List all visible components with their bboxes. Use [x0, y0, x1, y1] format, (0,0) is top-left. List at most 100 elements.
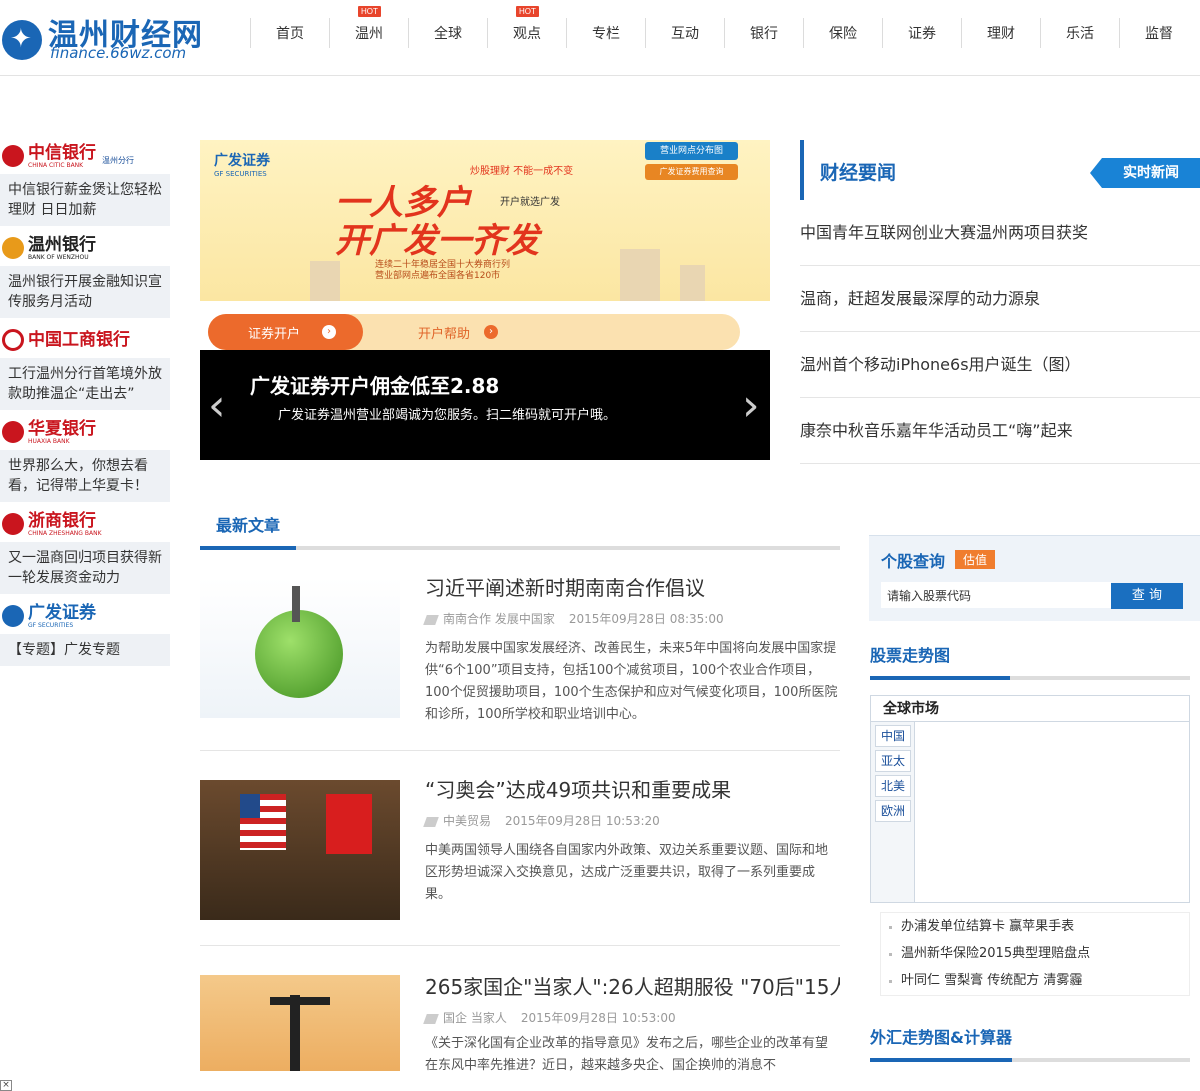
list-item[interactable]: 叶同仁 雪梨膏 传统配方 清雾霾	[881, 967, 1189, 994]
nav-item-interact[interactable]: 互动	[645, 18, 724, 48]
banner-slogan: 炒股理财 不能一成不变	[470, 166, 574, 177]
promo-desc: 广发证券温州营业部竭诚为您服务。扫二维码就可开户哦。	[278, 408, 617, 423]
hot-badge: HOT	[516, 6, 539, 17]
list-item[interactable]: 温州新华保险2015典型理赔盘点	[881, 940, 1189, 967]
news-link[interactable]: 中国青年互联网创业大赛温州两项目获奖	[800, 200, 1200, 266]
bank-news-link[interactable]: 工行温州分行首笔境外放款助推温企“走出去”	[0, 358, 170, 410]
article-thumbnail[interactable]	[200, 975, 400, 1071]
bank-news-link[interactable]: 【专题】广发专题	[0, 634, 170, 666]
stock-query-widget: 个股查询 估值 查 询	[869, 535, 1200, 621]
bank-logo-wenzhou[interactable]: 温州银行 BANK OF WENZHOU	[0, 230, 170, 266]
huaxia-logo-icon	[2, 421, 24, 443]
citic-logo-icon	[2, 145, 24, 167]
bank-logo-citic[interactable]: 中信银行 CHINA CITIC BANK 温州分行	[0, 138, 170, 174]
news-link[interactable]: 温商，赶超发展最深厚的动力源泉	[800, 266, 1200, 332]
stock-code-input[interactable]	[881, 582, 1111, 608]
banner-logo: 广发证券 GF SECURITIES	[214, 153, 270, 178]
list-item[interactable]: 办浦发单位结算卡 赢苹果手表	[881, 913, 1189, 940]
close-icon[interactable]: ×	[0, 1080, 12, 1091]
wenzhou-bank-logo-icon	[2, 237, 24, 259]
tab-account-help[interactable]: 开户帮助 ›	[418, 314, 499, 350]
section-title: 财经要闻	[820, 162, 897, 184]
gf-ad-banner[interactable]: 广发证券 GF SECURITIES 营业网点分布图 广发证券费用查询 炒股理财 …	[200, 140, 770, 301]
banner-foot: 连续二十年稳居全国十大券商行列 营业部网点遍布全国各省120市	[375, 260, 511, 281]
main-nav: 首页 HOT 温州 全球 HOT 观点 专栏 互动 银行 保险 证券 理财 乐活 监…	[250, 6, 1198, 48]
tab-asia-pacific[interactable]: 亚太	[875, 750, 911, 772]
branch-map-button[interactable]: 营业网点分布图	[645, 142, 738, 160]
slider-prev-icon[interactable]: ‹	[208, 378, 228, 434]
arrow-right-icon: ›	[322, 325, 337, 339]
article-meta: 中美贸易 2015年09月28日 10:53:20	[423, 812, 660, 829]
nav-item-home[interactable]: 首页	[250, 18, 329, 48]
site-header: ✦ 温州财经网 finance.66wz.com 首页 HOT 温州 全球 HOT…	[0, 0, 1200, 76]
realtime-news-button[interactable]: 实时新闻	[1090, 158, 1200, 188]
nav-item-insurance[interactable]: 保险	[803, 18, 882, 48]
account-tabs: 证券开户 › 开户帮助 ›	[208, 314, 740, 350]
finance-news-header: 财经要闻 实时新闻	[800, 140, 1200, 200]
icbc-logo-icon	[2, 329, 24, 351]
nav-item-opinion[interactable]: HOT 观点	[487, 6, 566, 48]
article-summary: 为帮助发展中国家发展经济、改善民生，未来5年中国将向发展中国家提供“6个100”…	[425, 641, 838, 722]
bank-sidebar: 中信银行 CHINA CITIC BANK 温州分行 中信银行薪金煲让您轻松理财 …	[0, 138, 170, 670]
article-thumbnail[interactable]	[200, 578, 400, 718]
bank-logo-gf[interactable]: 广发证券 GF SECURITIES	[0, 598, 170, 634]
slider-next-icon[interactable]: ›	[742, 378, 762, 434]
tag-icon	[423, 816, 439, 827]
article-title[interactable]: “习奥会”达成49项共识和重要成果	[425, 774, 731, 803]
section-title[interactable]: 外汇走势图&计算器	[870, 1024, 1012, 1048]
bank-news-link[interactable]: 中信银行薪金煲让您轻松理财 日日加薪	[0, 174, 170, 226]
bank-logo-czbank[interactable]: 浙商银行 CHINA ZHESHANG BANK	[0, 506, 170, 542]
market-news-list: 办浦发单位结算卡 赢苹果手表 温州新华保险2015典型理赔盘点 叶同仁 雪梨膏 …	[880, 912, 1190, 996]
hot-badge: HOT	[358, 6, 381, 17]
logo-domain: finance.66wz.com	[50, 44, 187, 62]
article-thumbnail[interactable]	[200, 780, 400, 920]
nav-item-wenzhou[interactable]: HOT 温州	[329, 6, 408, 48]
tag-icon	[423, 614, 439, 625]
tab-china[interactable]: 中国	[875, 725, 911, 747]
bank-news-link[interactable]: 世界那么大，你想去看看，记得带上华夏卡！	[0, 450, 170, 502]
finance-news: 财经要闻 实时新闻 中国青年互联网创业大赛温州两项目获奖 温商，赶超发展最深厚的…	[800, 140, 1200, 464]
latest-articles-header: 最新文章	[200, 500, 840, 550]
nav-item-column[interactable]: 专栏	[566, 18, 645, 48]
bank-news-link[interactable]: 又一温商回归项目获得新一轮发展资金动力	[0, 542, 170, 594]
market-title: 全球市场	[871, 696, 1189, 722]
valuation-badge[interactable]: 估值	[955, 550, 996, 569]
logo-star-icon: ✦	[10, 24, 32, 54]
site-logo[interactable]: ✦ 温州财经网 finance.66wz.com	[0, 6, 202, 66]
article-meta: 国企 当家人 2015年09月28日 10:53:00	[423, 1009, 676, 1026]
arrow-right-icon: ›	[484, 325, 499, 339]
section-title[interactable]: 最新文章	[216, 512, 280, 536]
nav-item-bank[interactable]: 银行	[724, 18, 803, 48]
tag-icon	[423, 1013, 439, 1024]
bank-news-link[interactable]: 温州银行开展金融知识宣传服务月活动	[0, 266, 170, 318]
article-title[interactable]: 习近平阐述新时期南南合作倡议	[425, 572, 705, 601]
nav-item-wealth[interactable]: 理财	[961, 18, 1040, 48]
section-title: 个股查询	[881, 552, 946, 571]
section-title[interactable]: 股票走势图	[870, 642, 950, 666]
stock-query-button[interactable]: 查 询	[1111, 583, 1183, 609]
nav-item-global[interactable]: 全球	[408, 18, 487, 48]
gf-logo-icon	[2, 605, 24, 627]
tab-north-america[interactable]: 北美	[875, 775, 911, 797]
nav-item-securities[interactable]: 证券	[882, 18, 961, 48]
czbank-logo-icon	[2, 513, 24, 535]
nav-item-lifestyle[interactable]: 乐活	[1040, 18, 1119, 48]
market-tabs: 中国 亚太 北美 欧洲	[871, 722, 915, 902]
article-summary: 《关于深化国有企业改革的指导意见》发布之后，哪些企业的改革有望在东风中率先推进？…	[425, 1036, 829, 1071]
tab-europe[interactable]: 欧洲	[875, 800, 911, 822]
article-meta: 南南合作 发展中国家 2015年09月28日 08:35:00	[423, 610, 724, 627]
promo-slider[interactable]: ‹ 广发证券开户佣金低至2.88 广发证券温州营业部竭诚为您服务。扫二维码就可开…	[200, 350, 770, 460]
nav-item-supervision[interactable]: 监督	[1119, 18, 1198, 48]
news-link[interactable]: 康奈中秋音乐嘉年华活动员工“嗨”起来	[800, 398, 1200, 464]
global-market-widget: 全球市场 中国 亚太 北美 欧洲	[870, 695, 1190, 903]
promo-title: 广发证券开户佣金低至2.88	[250, 374, 500, 398]
bank-logo-huaxia[interactable]: 华夏银行 HUAXIA BANK	[0, 414, 170, 450]
news-link[interactable]: 温州首个移动iPhone6s用户诞生（图）	[800, 332, 1200, 398]
banner-side-text: 开户就选广发	[500, 197, 560, 208]
article-item[interactable]: 265家国企"当家人":26人超期服役 "70后"15人 国企 当家人 2015年…	[200, 975, 840, 1071]
bank-logo-icbc[interactable]: 中国工商银行	[0, 322, 170, 358]
tab-open-account[interactable]: 证券开户 ›	[208, 314, 363, 350]
article-title[interactable]: 265家国企"当家人":26人超期服役 "70后"15人	[425, 975, 840, 1000]
article-summary: 中美两国领导人围绕各自国家内外政策、双边关系重要议题、国际和地区形势坦诚深入交换…	[425, 843, 829, 902]
fee-query-button[interactable]: 广发证券费用查询	[645, 164, 738, 180]
